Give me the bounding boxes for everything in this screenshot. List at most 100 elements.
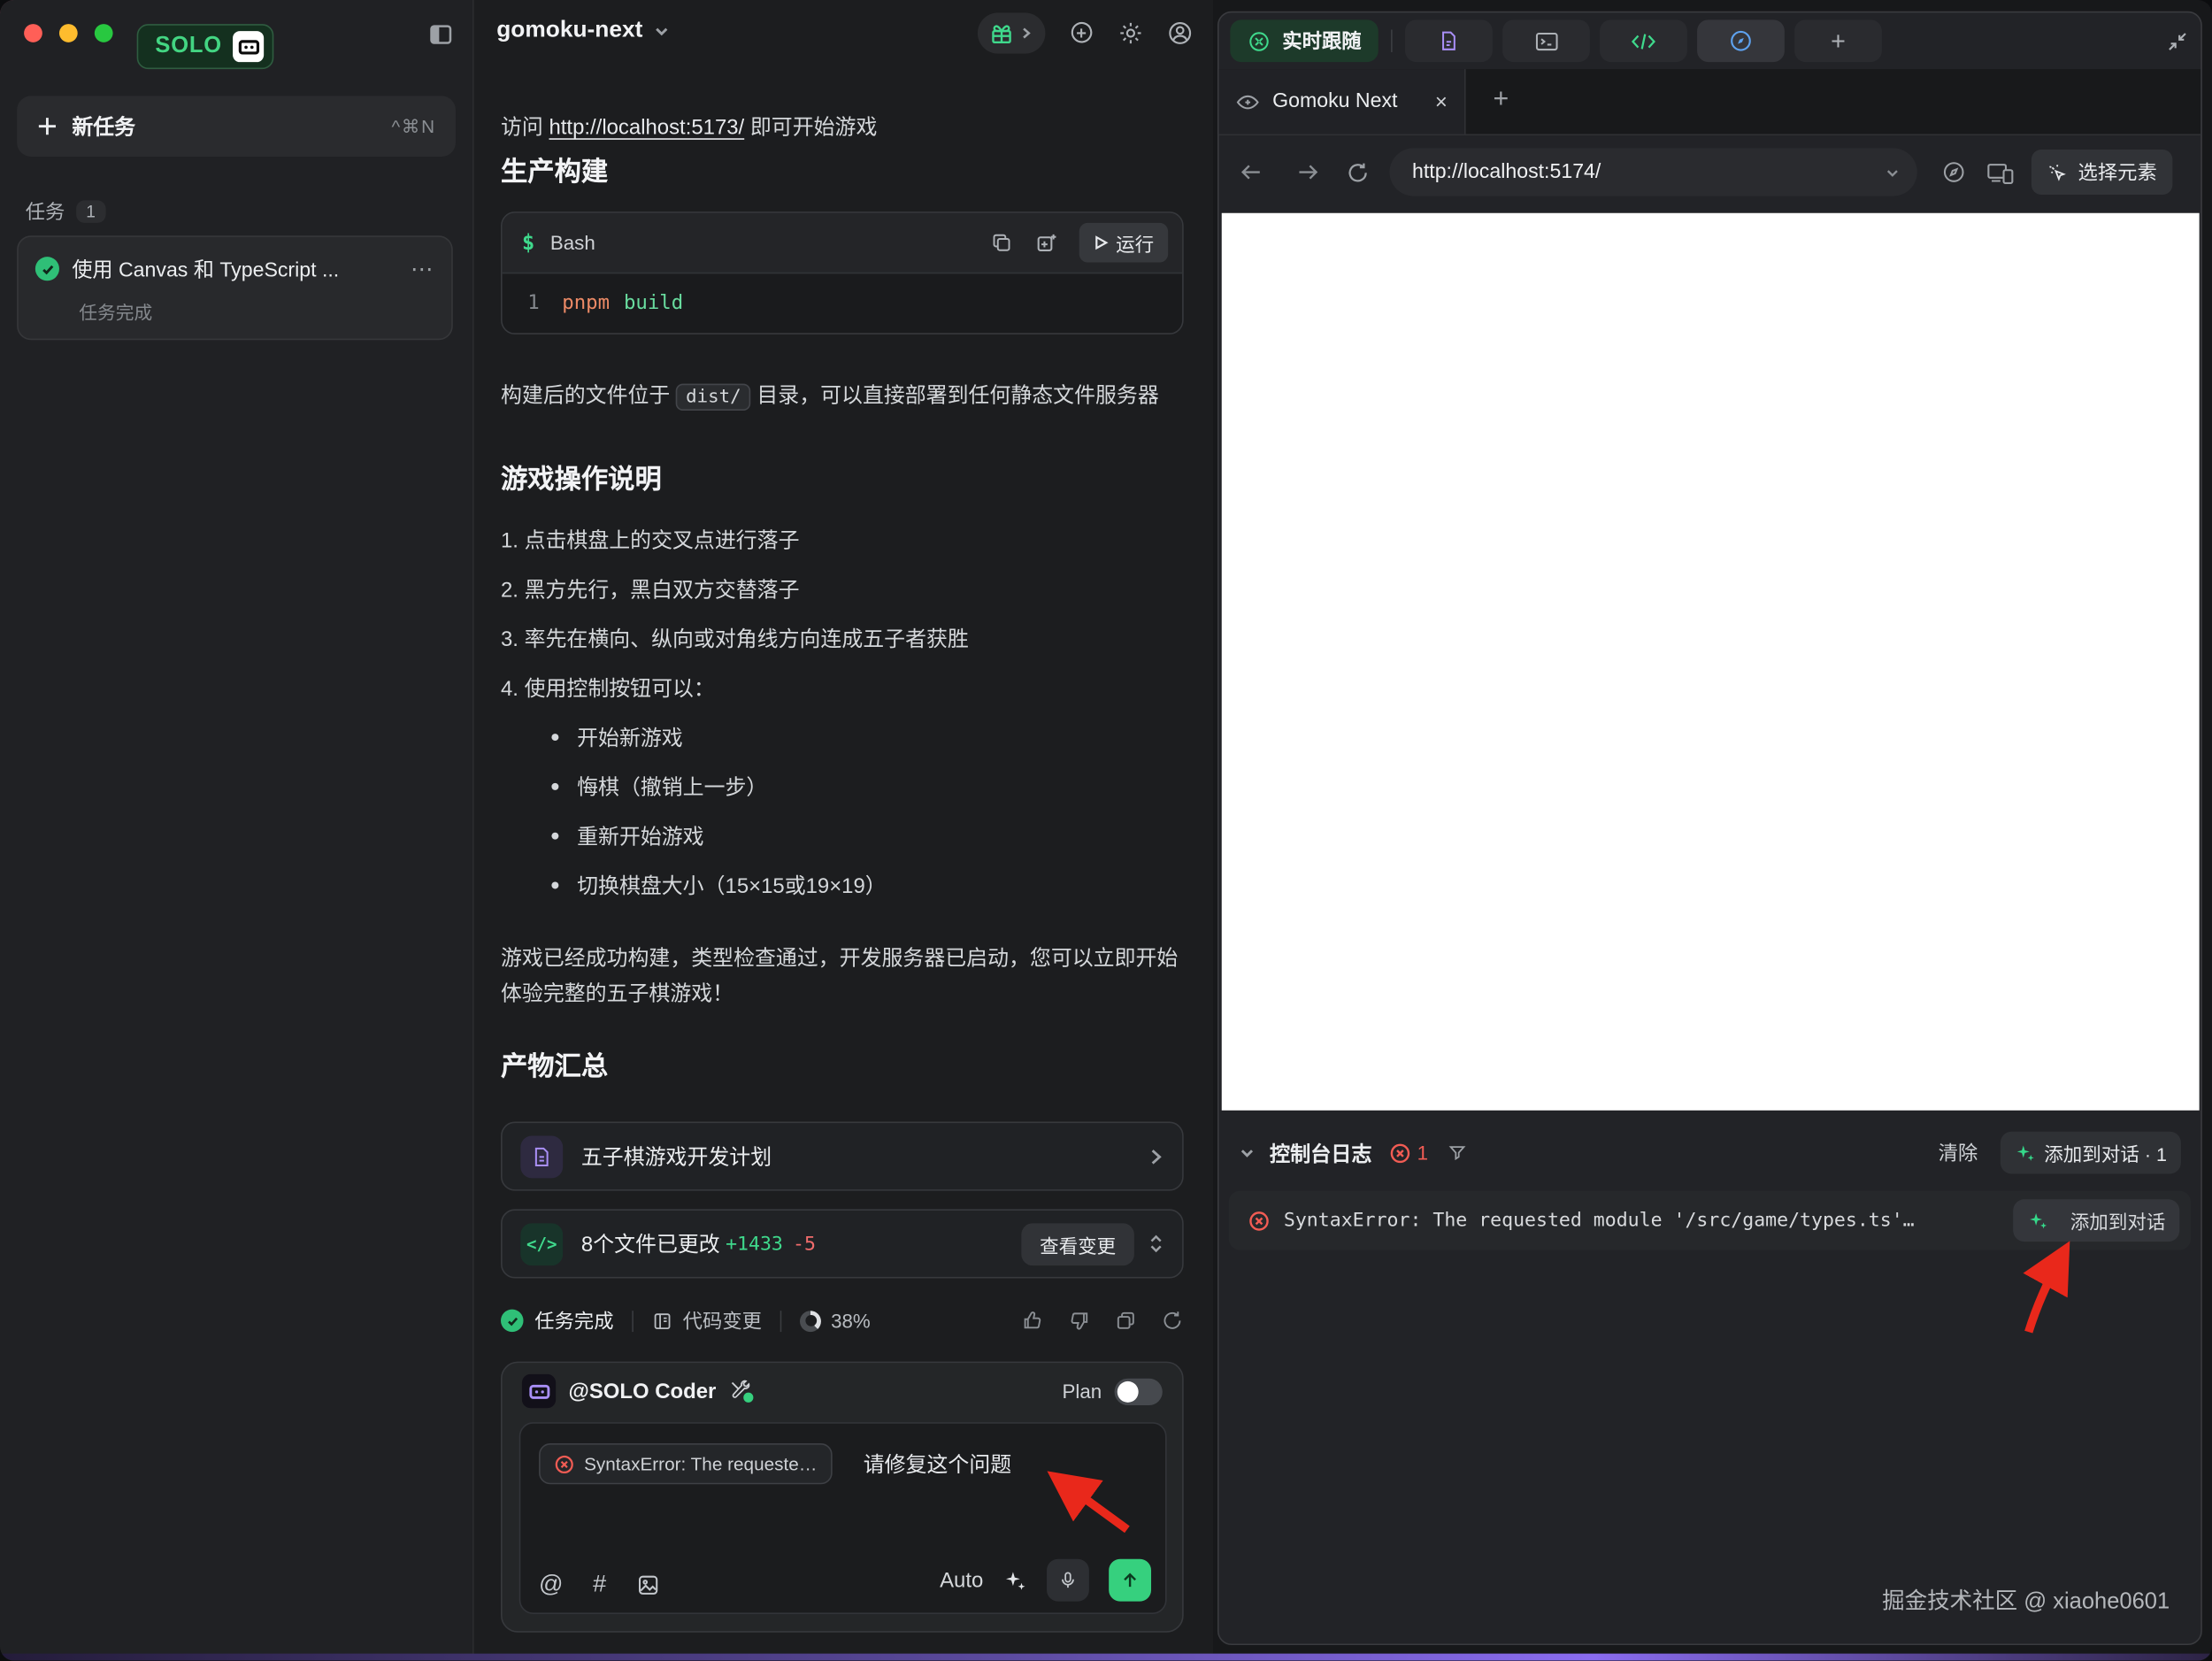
- copy-response-icon[interactable]: [1115, 1310, 1138, 1333]
- tab-browser[interactable]: [1697, 19, 1785, 62]
- task-complete-icon: [501, 1310, 524, 1333]
- code-changes-label[interactable]: 代码变更: [683, 1306, 762, 1334]
- bullet-dot: [551, 734, 558, 741]
- tasks-header: 任务 1: [26, 197, 105, 226]
- new-task-button[interactable]: 新任务 ^⌘N: [17, 96, 456, 157]
- code-diff-icon: [652, 1310, 673, 1331]
- enhance-sparkle-icon[interactable]: [1003, 1568, 1027, 1592]
- close-tab-icon[interactable]: ×: [1435, 89, 1448, 113]
- filter-icon[interactable]: [1448, 1142, 1467, 1162]
- tab-terminal[interactable]: [1502, 19, 1590, 62]
- plan-toggle[interactable]: [1115, 1378, 1163, 1404]
- divider: [780, 1310, 782, 1331]
- browser-tab-active[interactable]: Gomoku Next ×: [1219, 69, 1466, 134]
- console-error-text: SyntaxError: The requested module '/src/…: [1284, 1209, 2013, 1232]
- copy-code-icon[interactable]: [990, 231, 1013, 254]
- task-status-row: 任务完成 代码变更 38%: [501, 1305, 1184, 1336]
- browser-viewport[interactable]: [1222, 213, 2200, 1111]
- tools-icon[interactable]: [729, 1380, 752, 1403]
- new-browser-tab-button[interactable]: +: [1481, 81, 1521, 120]
- minimize-window-button[interactable]: [59, 24, 78, 42]
- close-window-button[interactable]: [24, 24, 42, 42]
- dist-post: 目录，可以直接部署到任何静态文件服务器: [751, 384, 1159, 408]
- page-eye-icon: [1236, 92, 1260, 111]
- line-number: 1: [527, 292, 539, 315]
- select-element-button[interactable]: 选择元素: [2032, 150, 2172, 195]
- select-element-label: 选择元素: [2078, 158, 2157, 187]
- view-changes-button[interactable]: 查看变更: [1021, 1223, 1134, 1265]
- rewards-button[interactable]: [978, 12, 1046, 53]
- tab-document[interactable]: [1405, 19, 1493, 62]
- solo-coder-avatar: [522, 1374, 556, 1408]
- task-list-item[interactable]: 使用 Canvas 和 TypeScript ... ⋯ 任务完成: [17, 235, 453, 340]
- console-error-row[interactable]: SyntaxError: The requested module '/src/…: [1229, 1191, 2191, 1250]
- url-bar[interactable]: http://localhost:5174/: [1389, 148, 1916, 196]
- changes-title: 8个文件已更改: [581, 1229, 720, 1258]
- intro-prefix: 访问: [501, 116, 549, 140]
- zoom-window-button[interactable]: [95, 24, 113, 42]
- url-dropdown-chevron-icon[interactable]: [1885, 165, 1901, 181]
- artifacts-heading: 产物汇总: [501, 1045, 1184, 1083]
- status-done-label: 任务完成: [534, 1306, 613, 1334]
- collapse-panel-icon[interactable]: [2165, 29, 2189, 53]
- chat-panel: gomoku-next: [474, 0, 1213, 1654]
- shell-prompt-icon: $: [522, 230, 534, 256]
- control-text: 重新开始游戏: [577, 821, 704, 850]
- code-token-arg: build: [624, 292, 683, 315]
- sparkle-icon: [2026, 1210, 2047, 1231]
- insert-code-icon[interactable]: [1035, 231, 1059, 255]
- code-block-header: $ Bash 运行: [503, 213, 1182, 274]
- add-error-to-chat-button[interactable]: 添加到对话: [2012, 1199, 2179, 1242]
- gift-icon: [990, 22, 1013, 45]
- responsive-devices-icon[interactable]: [1986, 160, 2015, 184]
- expand-collapse-icon[interactable]: [1148, 1233, 1164, 1254]
- context-hash-icon[interactable]: #: [593, 1571, 606, 1599]
- control-text: 悔棋（撤销上一步）: [577, 772, 767, 801]
- composer-actions: Auto: [940, 1559, 1151, 1602]
- chat-header-actions: [978, 12, 1194, 53]
- compass-icon: [1728, 28, 1754, 54]
- forward-icon[interactable]: [1295, 161, 1321, 184]
- task-menu-icon[interactable]: ⋯: [411, 255, 434, 283]
- project-switcher[interactable]: gomoku-next: [496, 17, 669, 43]
- progress-donut-icon: [800, 1310, 821, 1331]
- thumbs-down-icon[interactable]: [1068, 1310, 1091, 1333]
- mention-at-icon[interactable]: @: [539, 1571, 564, 1599]
- bullet-dot: [551, 881, 558, 888]
- mode-selector[interactable]: Auto: [940, 1568, 983, 1592]
- back-icon[interactable]: [1239, 161, 1264, 184]
- run-code-button[interactable]: 运行: [1079, 223, 1168, 263]
- sidebar-collapse-icon[interactable]: [427, 21, 454, 48]
- progress-percent: 38%: [831, 1310, 871, 1333]
- artifact-changes-card[interactable]: </> 8个文件已更改 +1433 -5 查看变更: [501, 1209, 1184, 1278]
- image-attach-icon[interactable]: [636, 1571, 660, 1599]
- localhost-link[interactable]: http://localhost:5173/: [549, 116, 744, 140]
- thumbs-up-icon[interactable]: [1021, 1310, 1044, 1333]
- composer-input[interactable]: SyntaxError: The requeste… 请修复这个问题 @ # A…: [519, 1422, 1167, 1614]
- tab-code[interactable]: [1600, 19, 1687, 62]
- tab-live-follow[interactable]: 实时跟随: [1230, 19, 1378, 62]
- account-icon[interactable]: [1167, 19, 1194, 46]
- console-error-icon: [1389, 1142, 1410, 1164]
- bullet-dot: [551, 783, 558, 790]
- artifact-plan-card[interactable]: 五子棋游戏开发计划: [501, 1122, 1184, 1191]
- regenerate-icon[interactable]: [1161, 1310, 1184, 1333]
- instruction-item: 2. 黑方先行，黑白双方交替落子: [501, 574, 800, 604]
- add-preview-tab-button[interactable]: +: [1794, 19, 1882, 62]
- settings-gear-icon[interactable]: [1118, 19, 1144, 46]
- agent-mention[interactable]: @SOLO Coder: [569, 1380, 717, 1403]
- mic-button[interactable]: [1047, 1559, 1089, 1602]
- console-clear-button[interactable]: 清除: [1939, 1139, 1978, 1167]
- error-context-chip[interactable]: SyntaxError: The requeste…: [539, 1443, 833, 1484]
- live-follow-icon: [1247, 29, 1271, 53]
- instructions-heading: 游戏操作说明: [501, 458, 1184, 496]
- console-collapse-chevron-icon[interactable]: [1239, 1144, 1256, 1161]
- send-button[interactable]: [1109, 1559, 1151, 1602]
- plus-icon: [36, 116, 58, 137]
- code-language-label: Bash: [550, 231, 990, 254]
- open-in-browser-icon[interactable]: [1941, 159, 1967, 185]
- add-all-to-chat-button[interactable]: 添加到对话 · 1: [2001, 1132, 2181, 1174]
- refresh-icon[interactable]: [1346, 160, 1370, 184]
- feedback-icon[interactable]: [1068, 19, 1094, 46]
- new-task-shortcut: ^⌘N: [391, 115, 435, 138]
